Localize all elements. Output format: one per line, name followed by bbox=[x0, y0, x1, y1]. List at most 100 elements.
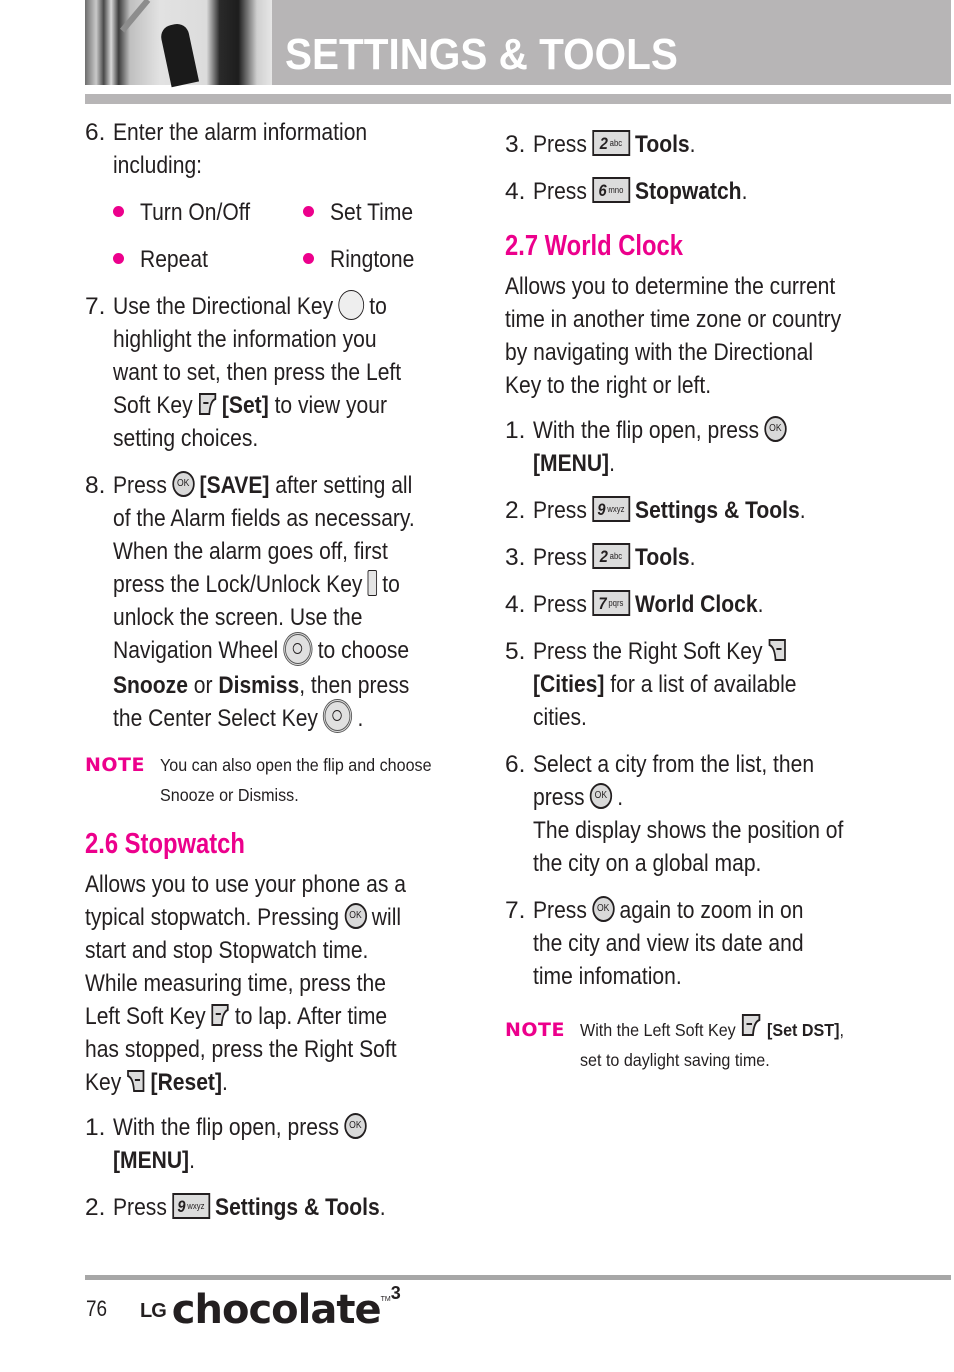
step-number: 3. bbox=[505, 544, 526, 571]
text: press bbox=[533, 784, 585, 811]
text: , then press bbox=[299, 671, 410, 699]
step-number: 4. bbox=[505, 178, 526, 205]
photo-detail bbox=[119, 0, 151, 33]
bullet-icon bbox=[303, 253, 314, 264]
key-digit: 9 bbox=[597, 499, 606, 519]
text: to bbox=[382, 571, 400, 598]
step-number: 6. bbox=[505, 751, 526, 778]
step-number: 5. bbox=[505, 638, 526, 665]
menu-label: Settings & Tools bbox=[635, 497, 800, 524]
list-item-label: Turn On/Off bbox=[140, 199, 251, 226]
step-number: 3. bbox=[505, 131, 526, 158]
step-text: Press 7 pqrs World Clock. bbox=[533, 588, 836, 621]
step-number: 4. bbox=[505, 591, 526, 618]
note-label: NOTE bbox=[85, 754, 145, 777]
list-item-label: Repeat bbox=[140, 246, 208, 273]
navigation-wheel-icon bbox=[283, 631, 313, 666]
brand-logo: LG chocolateTM3 bbox=[140, 1283, 401, 1333]
step-text: cities. bbox=[533, 704, 587, 731]
ok-key-icon: OK bbox=[344, 1112, 367, 1139]
world-clock-step-1: 1. With the flip open, press OK [MENU]. bbox=[505, 414, 885, 480]
list-item-label: Set Time bbox=[330, 199, 414, 226]
text: Press bbox=[533, 131, 587, 158]
text: With the flip open, press bbox=[113, 1114, 340, 1142]
bullet-icon bbox=[113, 253, 124, 264]
text: will bbox=[371, 904, 402, 932]
world-clock-step-7: 7. Press OK again to zoom in on the city a… bbox=[505, 894, 885, 993]
note-label: NOTE bbox=[505, 1019, 565, 1041]
note-text: Snooze or Dismiss. bbox=[160, 785, 299, 806]
step-text: [MENU]. bbox=[113, 1144, 407, 1177]
text: . bbox=[689, 131, 696, 158]
text: Key bbox=[85, 1069, 122, 1097]
brand-trademark: TM bbox=[380, 1296, 391, 1303]
step-number: 7. bbox=[85, 293, 106, 320]
step-text: Enter the alarm information bbox=[113, 119, 368, 146]
text: press the Lock/Unlock Key bbox=[113, 571, 363, 598]
photo-figure bbox=[158, 21, 200, 88]
text: to choose bbox=[317, 637, 410, 664]
step-number: 2. bbox=[85, 1194, 106, 1222]
para-text: has stopped, press the Right Soft bbox=[85, 1036, 397, 1064]
text: Press the Right Soft Key bbox=[533, 638, 763, 665]
alarm-field-list: Turn On/Off Set Time Repeat Ringtone bbox=[85, 196, 455, 276]
step-text: the Center Select Key. bbox=[113, 699, 407, 737]
text: . bbox=[357, 704, 364, 732]
menu-label: World Clock bbox=[635, 591, 758, 618]
step-text: unlock the screen. Use the bbox=[113, 604, 363, 631]
brand-lg: LG bbox=[140, 1300, 167, 1322]
menu-label: Tools bbox=[635, 131, 690, 158]
world-clock-step-3: 3. Press 2 abc Tools. bbox=[505, 541, 885, 574]
text: or bbox=[187, 671, 219, 699]
softkey-label: [Set DST] bbox=[766, 1020, 840, 1040]
left-column: 6. Enter the alarm information including… bbox=[85, 116, 455, 1238]
text: . bbox=[689, 544, 696, 571]
text: . bbox=[799, 497, 806, 524]
text: . bbox=[379, 1194, 386, 1222]
text: typical stopwatch. Pressing bbox=[85, 904, 340, 932]
para-text: time in another time zone or country bbox=[505, 306, 842, 333]
alarm-step-6: 6. Enter the alarm information including… bbox=[85, 116, 455, 182]
text: Press bbox=[533, 897, 587, 924]
key-digit: 2 bbox=[599, 133, 608, 153]
step-text: including: bbox=[113, 152, 203, 179]
menu-label: Tools bbox=[635, 544, 690, 571]
text: . bbox=[189, 1147, 195, 1175]
chapter-header: SETTINGS & TOOLS bbox=[85, 0, 951, 88]
step-text: Press 9 wxyz Settings & Tools. bbox=[533, 494, 836, 527]
text: the Center Select Key bbox=[113, 704, 318, 732]
text: . bbox=[757, 591, 764, 618]
step-text: Snooze or Dismiss, then press bbox=[113, 669, 410, 702]
menu-label: Settings & Tools bbox=[215, 1194, 380, 1222]
text: With the Left Soft Key bbox=[580, 1020, 736, 1040]
section-title-world-clock: 2.7 World Clock bbox=[505, 230, 683, 262]
softkey-label: [SAVE] bbox=[199, 472, 270, 499]
key-2-icon: 2 abc bbox=[592, 129, 630, 156]
step-text: Press 2 abc Tools. bbox=[533, 541, 836, 574]
step-number: 2. bbox=[505, 497, 526, 524]
para-text: While measuring time, press the bbox=[85, 970, 386, 998]
para-text: start and stop Stopwatch time. bbox=[85, 937, 369, 965]
text: . bbox=[221, 1069, 228, 1097]
step-number: 6. bbox=[85, 119, 106, 146]
key-letters: wxyz bbox=[607, 503, 625, 514]
alarm-step-7: 7. Use the Directional Key to highlight t… bbox=[85, 289, 455, 455]
text: Left Soft Key bbox=[85, 1003, 206, 1031]
key-letters: mno bbox=[608, 184, 624, 195]
note-text: You can also open the flip and choose bbox=[160, 755, 432, 776]
para-text: Allows you to determine the current bbox=[505, 273, 836, 300]
note-set-dst: NOTE With the Left Soft Key [Set DST], se… bbox=[505, 1014, 885, 1075]
step-text: the city and view its date and bbox=[533, 930, 804, 957]
para-text: typical stopwatch. Pressing OK will bbox=[85, 901, 403, 934]
world-clock-description: Allows you to determine the current time… bbox=[505, 270, 885, 402]
text: again to zoom in on bbox=[619, 897, 804, 924]
text: Press bbox=[533, 591, 587, 618]
softkey-label: [Reset] bbox=[150, 1069, 222, 1097]
step-text: With the flip open, press OK bbox=[533, 414, 836, 447]
softkey-label: [MENU] bbox=[533, 450, 610, 477]
world-clock-step-5: 5. Press the Right Soft Key [Cities] for… bbox=[505, 635, 885, 734]
header-rule bbox=[85, 94, 951, 104]
key-digit: 2 bbox=[599, 546, 608, 566]
section-title-stopwatch: 2.6 Stopwatch bbox=[85, 828, 245, 861]
stopwatch-step-4: 4. Press 6 mno Stopwatch. bbox=[505, 175, 885, 208]
